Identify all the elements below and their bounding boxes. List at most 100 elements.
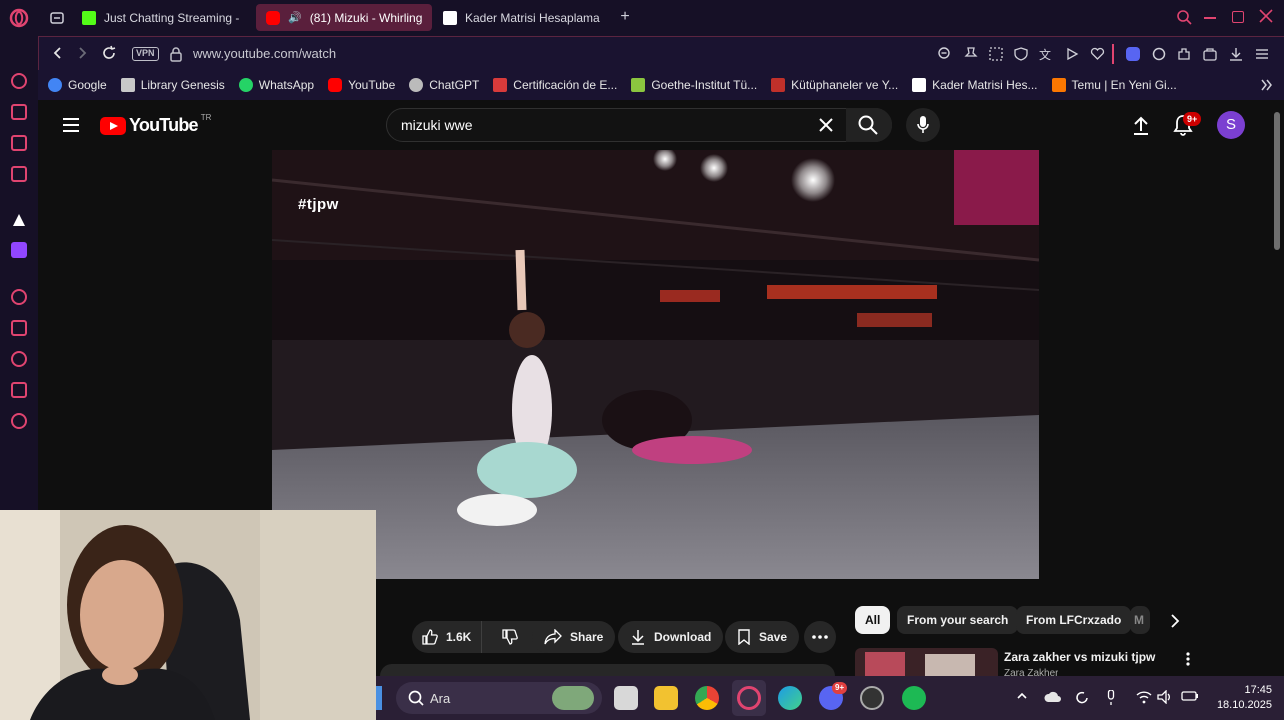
extensions-icon[interactable] xyxy=(11,382,27,398)
download-button[interactable]: Download xyxy=(618,621,724,653)
file-explorer-icon[interactable] xyxy=(654,686,678,710)
bookmark-kader[interactable]: Kader Matrisi Hes... xyxy=(912,78,1038,92)
like-button[interactable]: 1.6K xyxy=(412,621,483,653)
chatgpt-ext-icon[interactable] xyxy=(1152,47,1166,61)
bookmark-library-genesis[interactable]: Library Genesis xyxy=(120,78,225,92)
description-box[interactable] xyxy=(380,664,835,676)
recommended-title[interactable]: Zara zakher vs mizuki tjpw xyxy=(1004,650,1155,664)
vpn-badge[interactable]: VPN xyxy=(132,47,159,61)
aria-icon[interactable] xyxy=(11,73,27,89)
video-player[interactable]: #tjpw xyxy=(272,150,1039,579)
lock-icon[interactable] xyxy=(169,46,183,62)
sync-icon[interactable] xyxy=(1074,690,1090,706)
forward-icon[interactable] xyxy=(75,46,89,60)
translate-icon[interactable]: 文 xyxy=(1039,46,1051,63)
browser-tab-bar: Just Chatting Streaming - 🔊 (81) Mizuki … xyxy=(0,0,1284,36)
more-actions-button[interactable] xyxy=(804,621,836,653)
snapshot-icon[interactable] xyxy=(989,47,1003,61)
crypto-wallet-icon[interactable] xyxy=(11,135,27,151)
opera-logo-icon[interactable] xyxy=(9,8,29,28)
twitch-icon[interactable] xyxy=(11,242,27,258)
reload-icon[interactable] xyxy=(101,45,117,61)
search-button[interactable] xyxy=(846,108,892,142)
chip-truncated[interactable]: M xyxy=(1130,606,1150,634)
page-scrollbar[interactable] xyxy=(1271,100,1284,676)
share-button[interactable]: Share xyxy=(532,621,616,653)
spotify-icon[interactable] xyxy=(902,686,926,710)
back-icon[interactable] xyxy=(51,46,65,60)
tab-kick[interactable]: Just Chatting Streaming - xyxy=(72,4,248,31)
bookmark-certificacion[interactable]: Certificación de E... xyxy=(493,78,617,92)
chrome-icon[interactable] xyxy=(695,686,719,710)
extensions-puzzle-icon[interactable] xyxy=(1177,47,1191,61)
tab-search-icon[interactable] xyxy=(1176,9,1192,25)
recommended-channel[interactable]: Zara Zakher xyxy=(1004,668,1058,676)
steam-icon[interactable] xyxy=(860,686,884,710)
youtube-logo[interactable]: YouTube TR xyxy=(100,113,211,136)
speaker-icon[interactable]: 🔊 xyxy=(288,11,302,24)
hamburger-menu-icon[interactable] xyxy=(62,117,80,133)
bookmark-google[interactable]: Google xyxy=(48,78,107,92)
volume-icon[interactable] xyxy=(1157,690,1173,706)
heart-icon[interactable] xyxy=(1090,47,1105,61)
tab-youtube[interactable]: 🔊 (81) Mizuki - Whirling xyxy=(256,4,432,31)
taskbar-search-box[interactable]: Ara xyxy=(396,682,602,714)
recommended-thumbnail[interactable] xyxy=(855,648,998,676)
pinboard-icon[interactable] xyxy=(11,320,27,336)
play-icon[interactable] xyxy=(1065,47,1079,61)
task-view-icon[interactable] xyxy=(614,686,638,710)
minimize-button[interactable] xyxy=(1204,17,1216,19)
bookmark-temu[interactable]: Temu | En Yeni Gi... xyxy=(1051,78,1177,92)
bookmark-goethe[interactable]: Goethe-Institut Tü... xyxy=(631,78,757,92)
download-icon[interactable] xyxy=(1229,47,1243,61)
chips-next-icon[interactable] xyxy=(1168,613,1182,629)
history-icon[interactable] xyxy=(11,351,27,367)
search-box[interactable]: mizuki wwe xyxy=(386,108,892,142)
bookmark-youtube[interactable]: YouTube xyxy=(328,78,395,92)
thumbs-down-icon xyxy=(502,629,519,645)
easy-setup-icon[interactable] xyxy=(1255,47,1269,61)
battery-icon[interactable] xyxy=(1181,690,1198,706)
clock-time: 17:45 xyxy=(1244,684,1272,696)
dislike-button[interactable] xyxy=(490,621,530,653)
edge-icon[interactable] xyxy=(778,686,802,710)
zoom-out-icon[interactable] xyxy=(938,47,952,61)
pin-icon[interactable] xyxy=(964,47,978,61)
bookmark-chatgpt[interactable]: ChatGPT xyxy=(409,78,479,92)
maximize-button[interactable] xyxy=(1232,11,1244,23)
upload-icon[interactable] xyxy=(1132,115,1150,135)
chip-from-lfcrxzado[interactable]: From LFCrxzado xyxy=(1016,606,1132,634)
aria-ai-icon[interactable] xyxy=(11,212,27,228)
messenger-icon[interactable] xyxy=(11,166,27,182)
chevron-right-icon[interactable] xyxy=(1258,77,1274,93)
wifi-icon[interactable] xyxy=(1136,690,1152,706)
tab-kader[interactable]: Kader Matrisi Hesaplama xyxy=(433,4,609,31)
adblock-shield-icon[interactable] xyxy=(1014,47,1028,61)
settings-icon[interactable] xyxy=(11,413,27,429)
search-input[interactable]: mizuki wwe xyxy=(401,117,473,133)
opera-taskbar-active[interactable] xyxy=(732,680,766,716)
wallet-icon[interactable] xyxy=(1203,47,1217,61)
player-icon[interactable] xyxy=(11,289,27,305)
voice-search-button[interactable] xyxy=(906,108,940,142)
bookmark-whatsapp[interactable]: WhatsApp xyxy=(238,78,314,92)
clear-search-icon[interactable] xyxy=(819,118,833,132)
bookmark-label: Google xyxy=(68,78,107,92)
workspace-icon[interactable] xyxy=(11,104,27,120)
discord-ext-icon[interactable] xyxy=(1126,47,1140,61)
tab-workspace-icon[interactable] xyxy=(49,10,65,26)
clock[interactable]: 17:45 18.10.2025 xyxy=(1212,683,1272,713)
new-tab-button[interactable]: + xyxy=(617,8,633,26)
chip-from-your-search[interactable]: From your search xyxy=(897,606,1019,634)
close-window-button[interactable] xyxy=(1258,8,1274,24)
tray-chevron-up-icon[interactable] xyxy=(1016,690,1028,702)
bookmark-kutuphaneler[interactable]: Kütüphaneler ve Y... xyxy=(771,78,898,92)
url-field[interactable]: www.youtube.com/watch xyxy=(193,46,336,61)
save-button[interactable]: Save xyxy=(725,621,800,653)
onedrive-icon[interactable] xyxy=(1044,690,1061,706)
microphone-tray-icon[interactable] xyxy=(1106,690,1122,706)
avatar[interactable]: S xyxy=(1217,111,1245,139)
chip-all[interactable]: All xyxy=(855,606,891,634)
recommended-more-icon[interactable] xyxy=(1186,652,1190,666)
scrollbar-thumb[interactable] xyxy=(1274,112,1280,250)
